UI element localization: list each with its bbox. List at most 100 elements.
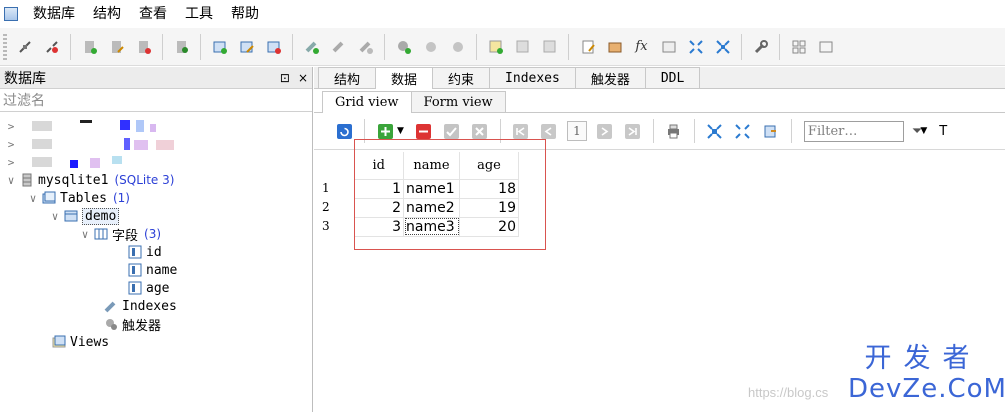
row-number[interactable]: 2 xyxy=(322,198,352,217)
extensions-icon[interactable] xyxy=(685,36,707,58)
tab-triggers[interactable]: 触发器 xyxy=(574,67,646,88)
layout-grid-icon[interactable] xyxy=(788,36,810,58)
drop-index-icon[interactable] xyxy=(355,36,377,58)
edit-trigger-icon[interactable] xyxy=(420,36,442,58)
chevron-right-icon[interactable]: > xyxy=(6,156,16,169)
chevron-down-icon[interactable]: ∨ xyxy=(6,174,16,187)
cell-name[interactable]: name2 xyxy=(403,197,460,218)
insert-row-dropdown-icon[interactable]: ▼ xyxy=(397,126,404,136)
column-header-name[interactable]: name xyxy=(403,152,460,179)
edit-table-icon[interactable] xyxy=(236,36,258,58)
export-icon[interactable] xyxy=(760,120,782,142)
disconnect-icon[interactable] xyxy=(41,36,63,58)
last-page-icon[interactable] xyxy=(622,120,644,142)
drop-view-icon[interactable] xyxy=(539,36,561,58)
collapse-view-icon[interactable] xyxy=(732,120,754,142)
collations-icon[interactable] xyxy=(658,36,680,58)
tab-data[interactable]: 数据 xyxy=(375,67,434,89)
add-index-icon[interactable] xyxy=(301,36,323,58)
menu-tools[interactable]: 工具 xyxy=(176,0,222,28)
tree-row-obscured-1[interactable]: > xyxy=(6,117,170,135)
chevron-down-icon[interactable]: ∨ xyxy=(50,210,60,223)
chevron-down-icon[interactable]: ∨ xyxy=(28,192,38,205)
chevron-right-icon[interactable]: > xyxy=(6,120,16,133)
toolbar-grip[interactable] xyxy=(3,33,7,60)
functions-icon[interactable]: fx xyxy=(631,36,653,58)
layout-window-icon[interactable] xyxy=(815,36,837,58)
cell-id[interactable]: 2 xyxy=(354,197,404,218)
table-row[interactable]: 2 name2 19 xyxy=(354,197,519,218)
edit-index-icon[interactable] xyxy=(328,36,350,58)
tree-row-obscured-2[interactable]: > xyxy=(6,135,190,153)
filter-dropdown-icon[interactable]: ▼ xyxy=(920,126,927,136)
add-view-icon[interactable] xyxy=(485,36,507,58)
cell-age[interactable]: 18 xyxy=(459,178,519,199)
cell-id[interactable]: 3 xyxy=(354,216,404,237)
cell-name[interactable]: name3 xyxy=(403,216,460,237)
tree-row-triggers[interactable]: 触发器 xyxy=(104,315,161,334)
cell-name[interactable]: name1 xyxy=(403,178,460,199)
edit-view-icon[interactable] xyxy=(512,36,534,58)
tab-constraints[interactable]: 约束 xyxy=(432,67,491,88)
tree-row-column[interactable]: age xyxy=(128,279,169,297)
chevron-right-icon[interactable]: > xyxy=(6,138,16,151)
tree-row-column[interactable]: name xyxy=(128,261,177,279)
rollback-icon[interactable] xyxy=(469,120,491,142)
cell-age[interactable]: 20 xyxy=(459,216,519,237)
toolbar-overflow-label[interactable]: T xyxy=(939,124,947,139)
config-wrench-icon[interactable] xyxy=(750,36,772,58)
commit-icon[interactable] xyxy=(441,120,463,142)
tab-grid-view[interactable]: Grid view xyxy=(322,91,412,113)
column-header-age[interactable]: age xyxy=(459,152,519,179)
cell-age[interactable]: 19 xyxy=(459,197,519,218)
tree-row-tables[interactable]: ∨ Tables (1) xyxy=(28,189,130,207)
cell-id[interactable]: 1 xyxy=(354,178,404,199)
tab-ddl[interactable]: DDL xyxy=(644,67,701,88)
print-icon[interactable] xyxy=(663,120,685,142)
ddl-icon[interactable] xyxy=(712,36,734,58)
chevron-down-icon[interactable]: ∨ xyxy=(80,228,90,241)
tree-row-database[interactable]: ∨ mysqlite1 (SQLite 3) xyxy=(6,171,175,189)
drop-table-icon[interactable] xyxy=(263,36,285,58)
row-number[interactable]: 3 xyxy=(322,217,352,236)
column-header-id[interactable]: id xyxy=(354,152,404,179)
table-row[interactable]: 1 name1 18 xyxy=(354,178,519,199)
close-panel-icon[interactable]: × xyxy=(298,71,308,85)
add-database-icon[interactable] xyxy=(79,36,101,58)
next-page-icon[interactable] xyxy=(594,120,616,142)
first-page-icon[interactable] xyxy=(510,120,532,142)
menu-database[interactable]: 数据库 xyxy=(24,0,84,28)
menu-help[interactable]: 帮助 xyxy=(222,0,268,28)
add-trigger-icon[interactable] xyxy=(393,36,415,58)
add-table-icon[interactable] xyxy=(209,36,231,58)
previous-page-icon[interactable] xyxy=(538,120,560,142)
grid-filter-input[interactable] xyxy=(803,120,904,142)
tree-filter-input[interactable] xyxy=(0,89,312,111)
float-panel-icon[interactable]: ⊡ xyxy=(280,71,290,85)
tree-row-fields[interactable]: ∨ 字段 (3) xyxy=(80,225,161,244)
tree-row-indexes[interactable]: Indexes xyxy=(104,297,177,315)
row-number[interactable]: 1 xyxy=(322,179,352,198)
page-number[interactable]: 1 xyxy=(566,121,587,141)
refresh-database-icon[interactable] xyxy=(171,36,193,58)
tree-row-obscured-3[interactable]: > xyxy=(6,153,170,171)
tab-structure[interactable]: 结构 xyxy=(318,67,377,88)
tree-row-column[interactable]: id xyxy=(128,243,162,261)
sql-editor-icon[interactable] xyxy=(577,36,599,58)
connect-icon[interactable] xyxy=(14,36,36,58)
tab-indexes[interactable]: Indexes xyxy=(489,67,576,88)
import-icon[interactable] xyxy=(604,36,626,58)
expand-view-icon[interactable] xyxy=(704,120,726,142)
delete-row-icon[interactable] xyxy=(413,120,435,142)
remove-database-icon[interactable] xyxy=(133,36,155,58)
edit-database-icon[interactable] xyxy=(106,36,128,58)
tab-form-view[interactable]: Form view xyxy=(410,91,506,112)
tree-row-views[interactable]: Views xyxy=(52,333,109,351)
menu-structure[interactable]: 结构 xyxy=(84,0,130,28)
table-row[interactable]: 3 name3 20 xyxy=(354,216,519,237)
refresh-icon[interactable] xyxy=(333,120,355,142)
tree-row-table-demo[interactable]: ∨ demo xyxy=(50,207,120,225)
menu-view[interactable]: 查看 xyxy=(130,0,176,28)
drop-trigger-icon[interactable] xyxy=(447,36,469,58)
insert-row-icon[interactable] xyxy=(374,120,396,142)
